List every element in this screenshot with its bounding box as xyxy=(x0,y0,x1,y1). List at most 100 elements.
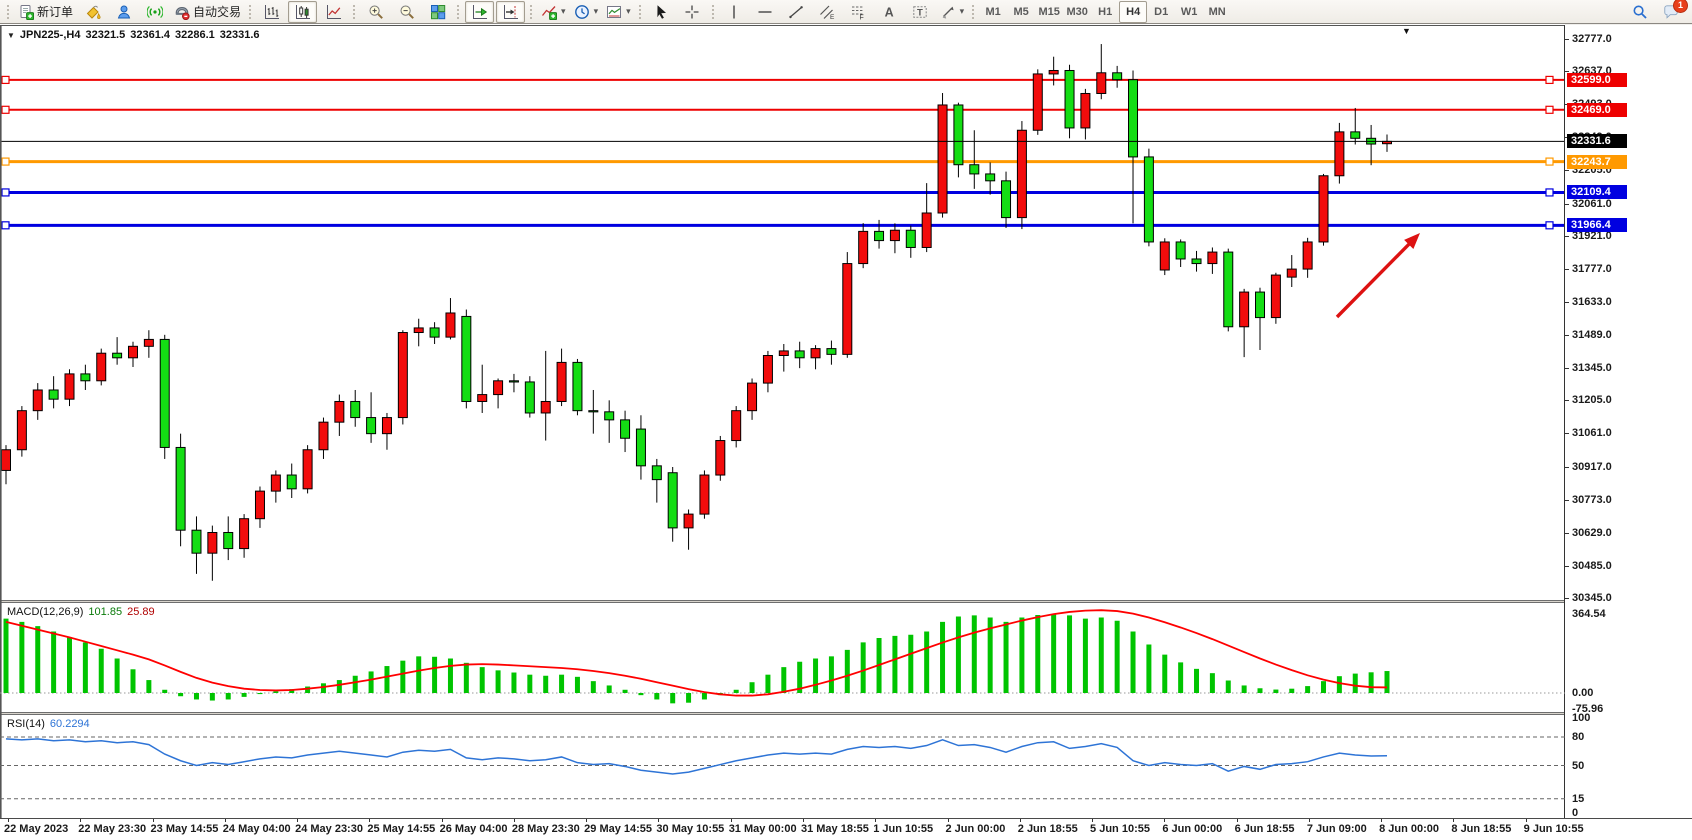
svg-text:A: A xyxy=(885,5,894,19)
line-handle[interactable] xyxy=(1546,76,1553,83)
chevron-down-icon[interactable]: ▾ xyxy=(561,7,566,16)
chart-legend: ▼ JPN225-,H4 32321.5 32361.4 32286.1 323… xyxy=(7,29,260,41)
time-axis-label: 22 May 2023 xyxy=(4,823,68,835)
time-axis-label: 6 Jun 18:55 xyxy=(1235,823,1295,835)
zoom-in-button[interactable] xyxy=(361,1,390,23)
horizontal-line-button[interactable] xyxy=(751,1,780,23)
time-tick xyxy=(1453,819,1454,822)
time-axis-label: 30 May 10:55 xyxy=(656,823,724,835)
text-label-icon: T xyxy=(912,4,928,20)
chart-shift-button[interactable] xyxy=(496,1,525,23)
auto-scroll-button[interactable] xyxy=(465,1,494,23)
bar-chart-button[interactable] xyxy=(257,1,286,23)
text-button[interactable]: A xyxy=(875,1,904,23)
tf-w1[interactable]: W1 xyxy=(1175,1,1203,23)
tf-mn[interactable]: MN xyxy=(1203,1,1231,23)
chart-plot[interactable] xyxy=(0,25,1565,818)
indicators-button[interactable]: ▾ xyxy=(538,1,569,23)
autotrading-button[interactable]: 自动交易 xyxy=(171,1,244,23)
periods-button[interactable]: ▾ xyxy=(571,1,602,23)
time-axis-label: 2 Jun 00:00 xyxy=(946,823,1006,835)
crosshair-button[interactable] xyxy=(678,1,707,23)
tf-m5[interactable]: M5 xyxy=(1007,1,1035,23)
svg-text:F: F xyxy=(860,14,864,20)
signal-icon xyxy=(147,4,163,20)
price-axis[interactable]: 32777.032637.032493.032349.032205.032061… xyxy=(1565,25,1692,818)
toolbar-grip xyxy=(6,4,11,20)
notifications-button[interactable]: 1 xyxy=(1656,1,1685,23)
tf-h1[interactable]: H1 xyxy=(1091,1,1119,23)
axis-tick xyxy=(1565,500,1569,501)
line-handle[interactable] xyxy=(2,158,9,165)
price-tick-label: 30485.0 xyxy=(1572,560,1612,572)
price-tick-label: 32777.0 xyxy=(1572,33,1612,45)
time-axis-label: 22 May 23:30 xyxy=(78,823,146,835)
rsi-label: RSI(14) 60.2294 xyxy=(7,718,90,730)
profiles-icon xyxy=(116,4,132,20)
line-handle[interactable] xyxy=(2,76,9,83)
chart-window[interactable]: ▼ JPN225-,H4 32321.5 32361.4 32286.1 323… xyxy=(0,24,1565,818)
macd-signal-value: 25.89 xyxy=(127,606,155,618)
styler-button[interactable] xyxy=(78,1,107,23)
tf-d1[interactable]: D1 xyxy=(1147,1,1175,23)
templates-button[interactable]: ▾ xyxy=(603,1,634,23)
axis-tick xyxy=(1565,400,1569,401)
toolbar-grip xyxy=(711,4,716,20)
line-handle[interactable] xyxy=(2,222,9,229)
crosshair-icon xyxy=(684,4,700,20)
macd-name: MACD(12,26,9) xyxy=(7,606,83,618)
trendline-button[interactable] xyxy=(782,1,811,23)
price-level-badge: 32109.4 xyxy=(1567,185,1627,199)
indicators-icon xyxy=(541,4,557,20)
current-price-badge: 32331.6 xyxy=(1567,134,1627,148)
channel-button[interactable]: E xyxy=(813,1,842,23)
arrows-button[interactable]: ▾ xyxy=(937,1,968,23)
text-label-button[interactable]: T xyxy=(906,1,935,23)
time-tick xyxy=(948,819,949,822)
line-handle[interactable] xyxy=(1546,106,1553,113)
tile-windows-button[interactable] xyxy=(423,1,452,23)
price-level-badge: 32469.0 xyxy=(1567,103,1627,117)
line-chart-button[interactable] xyxy=(319,1,348,23)
time-axis-label: 23 May 14:55 xyxy=(151,823,219,835)
legend-collapse-icon[interactable]: ▼ xyxy=(7,31,15,40)
tf-m1[interactable]: M1 xyxy=(979,1,1007,23)
candle-chart-button[interactable] xyxy=(288,1,317,23)
tf-m30[interactable]: M30 xyxy=(1063,1,1091,23)
fibonacci-button[interactable]: F xyxy=(844,1,873,23)
line-handle[interactable] xyxy=(1546,189,1553,196)
time-axis[interactable]: 22 May 2023 22 May 23:30 23 May 14:55 24 Ma… xyxy=(0,818,1692,840)
new-order-button-label: 新订单 xyxy=(37,3,73,20)
cursor-button[interactable] xyxy=(647,1,676,23)
toolbar-grip xyxy=(248,4,253,20)
new-order-button[interactable]: 新订单 xyxy=(15,1,76,23)
hline-icon xyxy=(757,4,773,20)
tf-m15[interactable]: M15 xyxy=(1035,1,1063,23)
line-handle[interactable] xyxy=(2,106,9,113)
signals-button[interactable] xyxy=(140,1,169,23)
line-handle[interactable] xyxy=(1546,222,1553,229)
chevron-down-icon[interactable]: ▾ xyxy=(594,7,599,16)
rsi-tick-label: 80 xyxy=(1572,731,1584,743)
price-tick-label: 31061.0 xyxy=(1572,427,1612,439)
chevron-down-icon[interactable]: ▾ xyxy=(626,7,631,16)
price-tick-label: 31345.0 xyxy=(1572,362,1612,374)
line-handle[interactable] xyxy=(1546,158,1553,165)
time-axis-label: 24 May 23:30 xyxy=(295,823,363,835)
vertical-line-button[interactable] xyxy=(720,1,749,23)
axis-tick xyxy=(1565,269,1569,270)
chevron-down-icon[interactable]: ▾ xyxy=(960,7,965,16)
cursor-icon xyxy=(653,4,669,20)
price-tick-label: 30773.0 xyxy=(1572,494,1612,506)
price-level-badge: 32599.0 xyxy=(1567,73,1627,87)
profiles-button[interactable] xyxy=(109,1,138,23)
tf-h4[interactable]: H4 xyxy=(1119,1,1147,23)
tile-windows-icon xyxy=(430,4,446,20)
search-button[interactable] xyxy=(1625,1,1654,23)
ohlc-open: 32321.5 xyxy=(85,29,125,41)
zoom-out-button[interactable] xyxy=(392,1,421,23)
line-handle[interactable] xyxy=(2,189,9,196)
bucket-icon xyxy=(85,4,101,20)
chart-dropdown-marker[interactable]: ▼ xyxy=(1402,26,1411,36)
vline-icon xyxy=(726,4,742,20)
